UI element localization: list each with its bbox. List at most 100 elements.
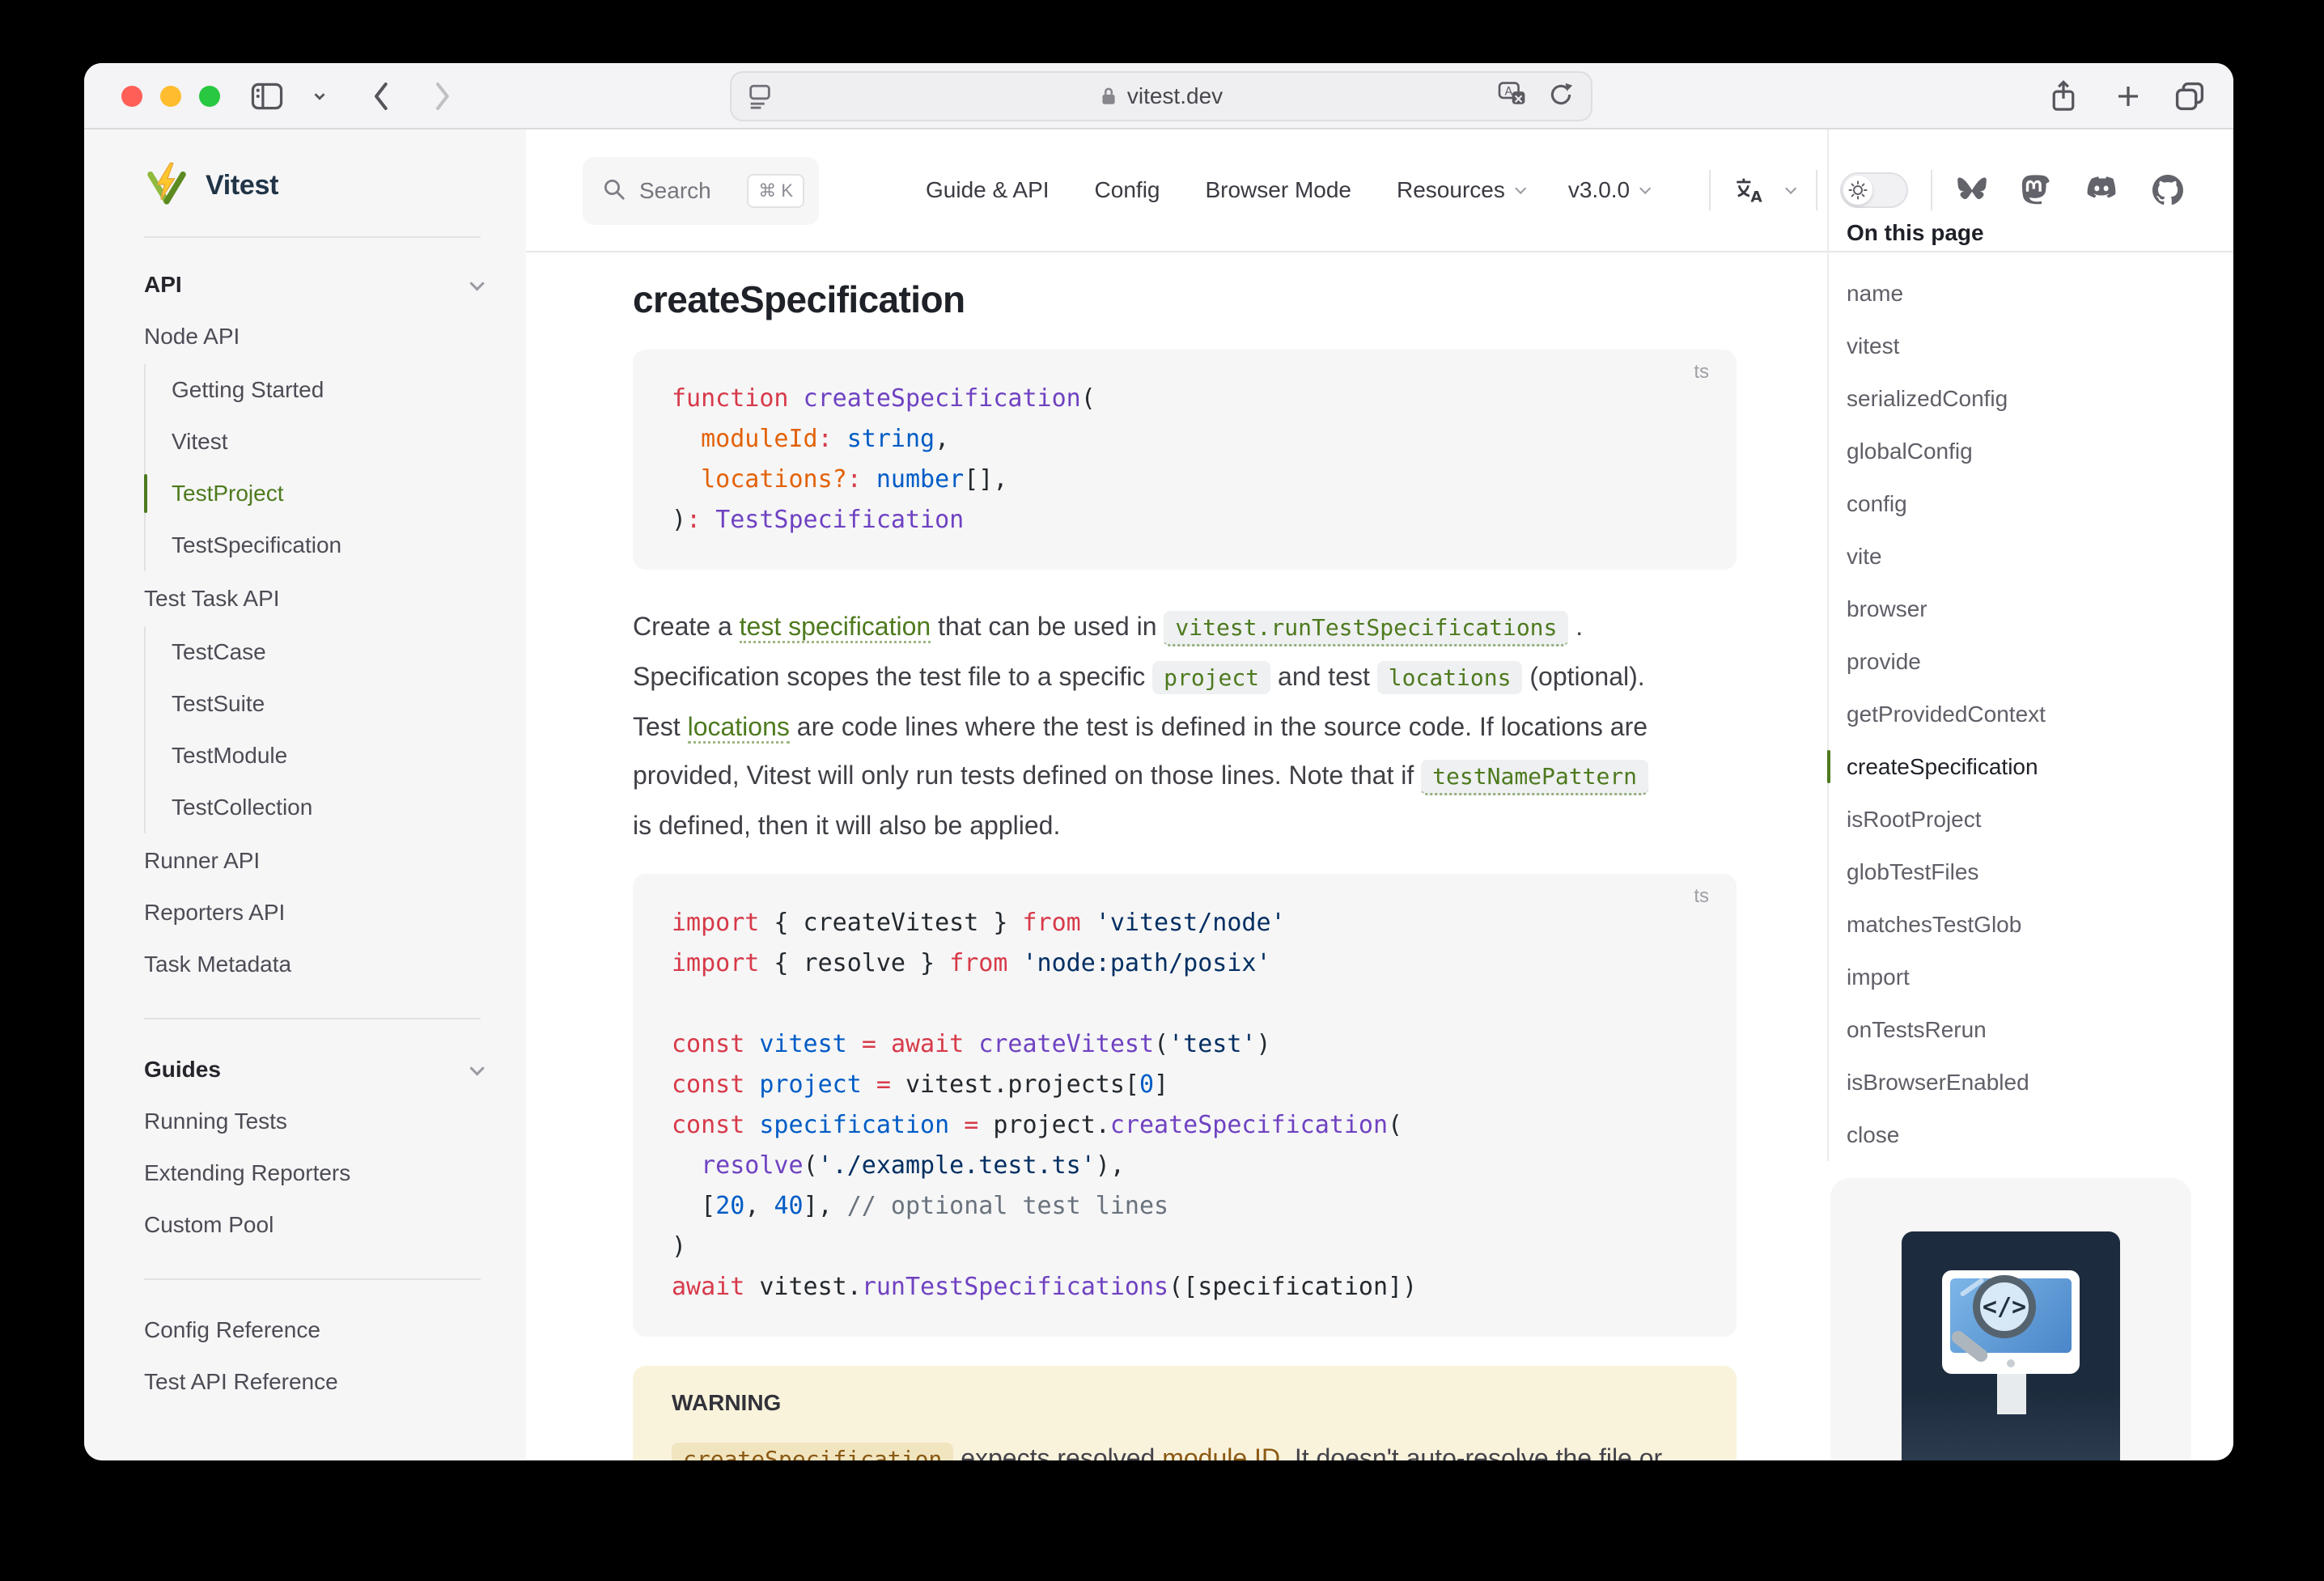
warning-body: createSpecification expects resolved mod… [672, 1434, 1698, 1460]
sidebar-item-getting-started[interactable]: Getting Started [146, 364, 526, 416]
toc-item-config[interactable]: config [1847, 477, 2199, 530]
chevron-down-icon [469, 1061, 484, 1075]
text-segment: . [1568, 612, 1583, 641]
toc-item-matchestestglob[interactable]: matchesTestGlob [1847, 898, 2199, 951]
main-area: Search ⌘ K Guide & API Config Browser Mode… [526, 129, 2233, 1459]
toc-item-vitest[interactable]: vitest [1847, 320, 2199, 372]
site-logo[interactable]: Vitest [144, 159, 526, 212]
text-segment: project [1152, 661, 1270, 694]
code-search-illustration: </> [1902, 1231, 2120, 1460]
text-segment: Create a [633, 612, 740, 641]
sidebar-item-runner-api[interactable]: Runner API [144, 835, 526, 887]
sidebar-item-testsuite[interactable]: TestSuite [146, 678, 526, 730]
page-title: createSpecification [633, 273, 1737, 325]
sidebar-item-task-metadata[interactable]: Task Metadata [144, 939, 526, 990]
toc-item-ontestsrerun[interactable]: onTestsRerun [1847, 1003, 2199, 1056]
nav-link-browser-mode[interactable]: Browser Mode [1205, 177, 1351, 203]
sidebar-item-test-api-reference[interactable]: Test API Reference [144, 1356, 526, 1408]
nav-link-config[interactable]: Config [1095, 177, 1160, 203]
nav-link-guide-api[interactable]: Guide & API [926, 177, 1050, 203]
sidebar-item-testcase[interactable]: TestCase [146, 626, 526, 678]
chevron-down-icon [1639, 183, 1651, 194]
translate-badge-icon[interactable]: A [1497, 81, 1529, 112]
sidebar-item-vitest[interactable]: Vitest [146, 416, 526, 468]
text-segment: and test [1270, 662, 1377, 691]
toc-item-serializedconfig[interactable]: serializedConfig [1847, 372, 2199, 425]
text-segment: Specification scopes the test file to a … [633, 662, 1152, 691]
toc-item-isrootproject[interactable]: isRootProject [1847, 793, 2199, 846]
inline-link[interactable]: test specification [740, 612, 931, 643]
sidebar-item-testspecification[interactable]: TestSpecification [146, 519, 526, 571]
inline-link[interactable]: testNamePattern [1421, 760, 1648, 795]
example-code: import { createVitest } from 'vitest/nod… [672, 903, 1698, 1308]
signature-code: function createSpecification( moduleId: … [672, 379, 1698, 540]
sponsor-card[interactable]: </> [1830, 1178, 2191, 1460]
code-line: import { resolve } from 'node:path/posix… [672, 943, 1698, 984]
toc-title: On this page [1847, 220, 2199, 246]
sidebar-divider [144, 236, 481, 238]
zoom-window-button[interactable] [199, 86, 220, 107]
sidebar-group: Getting StartedVitestTestProjectTestSpec… [144, 364, 526, 571]
nav-link-v3-0-0[interactable]: v3.0.0 [1568, 177, 1648, 203]
lock-icon [1100, 86, 1117, 107]
minimize-window-button[interactable] [160, 86, 181, 107]
sidebar-item-custom-pool[interactable]: Custom Pool [144, 1199, 526, 1251]
forward-button[interactable] [430, 63, 453, 129]
back-button[interactable] [369, 63, 392, 129]
toc-item-import[interactable]: import [1847, 951, 2199, 1003]
search-input[interactable]: Search ⌘ K [583, 157, 819, 225]
code-language-label: ts [1694, 361, 1709, 384]
close-window-button[interactable] [121, 86, 142, 107]
sidebar-item-testmodule[interactable]: TestModule [146, 730, 526, 782]
toc-item-name[interactable]: name [1847, 267, 2199, 320]
search-placeholder: Search [639, 178, 711, 204]
nav-link-resources[interactable]: Resources [1397, 177, 1523, 203]
toc-item-browser[interactable]: browser [1847, 583, 2199, 635]
toc-item-provide[interactable]: provide [1847, 635, 2199, 688]
example-code-block[interactable]: ts import { createVitest } from 'vitest/… [633, 874, 1737, 1337]
sidebar-section-guides[interactable]: Guides [144, 1044, 526, 1096]
reload-icon[interactable] [1547, 81, 1575, 112]
sidebar-item-testproject[interactable]: TestProject [146, 468, 526, 519]
chevron-down-icon [469, 276, 484, 290]
text-segment: createSpecification [672, 1443, 953, 1460]
tab-overview-icon[interactable] [2173, 63, 2206, 129]
chevron-down-icon [1785, 183, 1796, 194]
code-line: ) [672, 1227, 1698, 1267]
toc-item-globalconfig[interactable]: globalConfig [1847, 425, 2199, 477]
inline-link[interactable]: locations [688, 712, 790, 744]
share-icon[interactable] [2049, 63, 2078, 129]
toc-item-getprovidedcontext[interactable]: getProvidedContext [1847, 688, 2199, 740]
url-text[interactable]: vitest.dev [1127, 83, 1223, 109]
sidebar-item-config-reference[interactable]: Config Reference [144, 1304, 526, 1356]
language-menu[interactable]: A [1733, 176, 1793, 205]
inline-link[interactable]: vitest.runTestSpecifications [1164, 611, 1568, 646]
sidebar-menu-chevron-icon[interactable] [311, 63, 329, 129]
sidebar-item-running-tests[interactable]: Running Tests [144, 1096, 526, 1147]
toc-list: namevitestserializedConfigglobalConfigco… [1847, 267, 2199, 1161]
signature-code-block[interactable]: ts function createSpecification( moduleI… [633, 350, 1737, 570]
text-segment: is defined, then it will also be applied… [633, 811, 1060, 840]
code-language-label: ts [1694, 885, 1709, 908]
divider [1709, 170, 1711, 210]
site-title: Vitest [206, 170, 278, 201]
sidebar-item-testcollection[interactable]: TestCollection [146, 782, 526, 833]
sidebar-item-extending-reporters[interactable]: Extending Reporters [144, 1147, 526, 1199]
sidebar-toggle-icon[interactable] [249, 63, 285, 129]
text-segment: that can be used in [931, 612, 1164, 641]
text-segment: (optional). [1522, 662, 1644, 691]
window-controls [121, 86, 220, 107]
sidebar-item-node-api[interactable]: Node API [144, 311, 526, 362]
toc-item-isbrowserenabled[interactable]: isBrowserEnabled [1847, 1056, 2199, 1108]
toc-item-createspecification[interactable]: createSpecification [1847, 740, 2199, 793]
toc-item-vite[interactable]: vite [1847, 530, 2199, 583]
sidebar-item-test-task-api[interactable]: Test Task API [144, 573, 526, 625]
address-bar[interactable]: vitest.dev A [730, 71, 1592, 121]
sidebar-section-api[interactable]: API [144, 259, 526, 311]
inline-link[interactable]: module ID [1162, 1443, 1280, 1460]
toc-item-close[interactable]: close [1847, 1108, 2199, 1161]
sidebar-item-reporters-api[interactable]: Reporters API [144, 887, 526, 939]
toc-item-globtestfiles[interactable]: globTestFiles [1847, 846, 2199, 898]
code-line: const project = vitest.projects[0] [672, 1065, 1698, 1105]
new-tab-icon[interactable] [2114, 63, 2143, 129]
